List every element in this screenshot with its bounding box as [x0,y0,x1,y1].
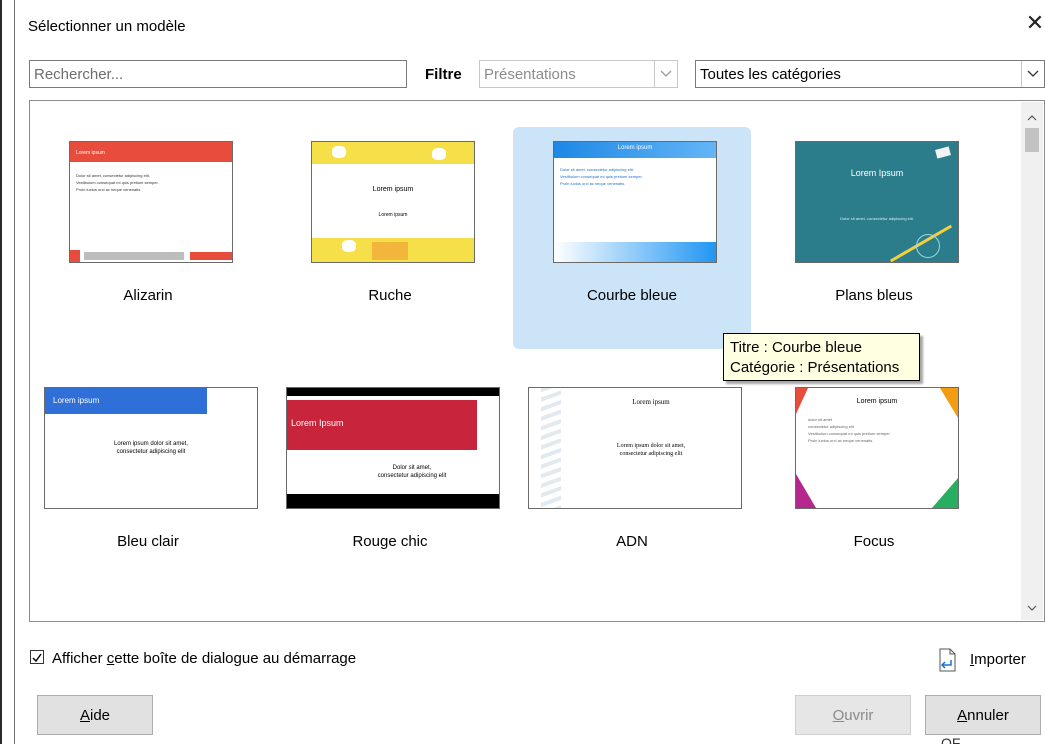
template-label: ADN [616,533,648,550]
template-tile-courbe-bleue[interactable]: Lorem ipsum Dolor sit amet, consectetur … [513,127,751,349]
thumb-footer-bar [190,252,232,260]
thumb-corner [796,474,816,508]
template-tile-adn[interactable]: Lorem ipsum Lorem ipsum dolor sit amet, c… [513,373,751,595]
template-thumbnail: Lorem Ipsum Dolor sit amet, consectetur … [795,141,959,263]
thumb-text: Dolor sit amet, consectetur adipiscing e… [840,216,914,221]
tooltip-category: Catégorie : Présentations [730,359,900,376]
thumb-footer-curve [554,242,716,262]
template-label: Courbe bleue [586,287,678,304]
chevron-down-icon [654,61,677,87]
template-tile-alizarin[interactable]: Lorem ipsum Dolor sit amet, consectetur … [30,127,267,349]
thumb-paper [935,146,951,159]
thumb-circle [916,234,940,258]
template-thumbnail: Lorem ipsum Dolor sit amet, consectetur … [553,141,717,263]
thumb-dna-strand [541,388,561,508]
thumb-text: Dolor sit amet, consectetur adipiscing e… [76,173,159,192]
startup-checkbox-label[interactable]: Afficher cette boîte de dialogue au déma… [52,650,356,667]
import-icon[interactable] [936,648,958,676]
filter-label: Filtre [425,66,462,83]
thumb-text: Lorem Ipsum [291,418,344,428]
template-thumbnail: Lorem ipsum dolor sit amet consectetur ad… [795,387,959,509]
template-tile-plans-bleus[interactable]: Lorem Ipsum Dolor sit amet, consectetur … [755,127,993,349]
thumb-hex [432,148,446,160]
checkmark-icon [32,653,42,663]
search-input[interactable] [29,60,407,88]
template-label: Plans bleus [835,287,913,304]
window-edge-inner [14,0,15,744]
dialog-title: Sélectionner un modèle [28,18,186,35]
template-label: Ruche [368,287,412,304]
help-button[interactable]: Aide [37,695,153,735]
cancel-button[interactable]: Annuler [925,695,1041,735]
template-tile-focus[interactable]: Lorem ipsum dolor sit amet consectetur ad… [755,373,993,595]
thumb-hex [372,242,408,260]
template-thumbnail: Lorem ipsum Dolor sit amet, consectetur … [69,141,233,263]
thumb-footer-block [70,250,80,262]
thumb-text: Lorem ipsum [856,398,898,405]
template-thumbnail: Lorem ipsum Lorem ipsum [311,141,475,263]
template-tile-rouge-chic[interactable]: Lorem Ipsum Dolor sit amet, consectetur a… [271,373,509,595]
startup-checkbox[interactable] [30,650,44,664]
template-thumbnail: Lorem ipsum Lorem ipsum dolor sit amet, c… [44,387,258,509]
tooltip-title: Titre : Courbe bleue [730,339,863,356]
thumb-text: Dolor sit amet, consectetur adipiscing e… [560,167,643,186]
thumb-text: Lorem ipsum [632,398,670,406]
thumb-text: Lorem ipsum [76,150,105,156]
thumb-hex [332,146,346,158]
chevron-down-icon[interactable] [1027,598,1037,615]
template-tile-ruche[interactable]: Lorem ipsum Lorem ipsum Ruche [271,127,509,349]
template-label: Rouge chic [352,533,428,550]
thumb-text: Lorem ipsum [53,396,100,405]
filter-dropdown: Présentations [479,60,678,88]
thumb-text: Lorem Ipsum [850,168,904,178]
template-label: Focus [853,533,895,550]
thumb-bottom-band [287,494,499,508]
template-tooltip: Titre : Courbe bleue Catégorie : Présent… [723,333,920,381]
thumb-corner [932,478,958,508]
thumb-top-band [287,388,499,396]
thumb-text: Dolor sit amet, consectetur adipiscing el… [377,465,447,479]
close-icon[interactable]: ✕ [1024,12,1045,34]
chevron-down-icon[interactable] [1021,61,1044,87]
template-thumbnail: Lorem ipsum Lorem ipsum dolor sit amet, c… [528,387,742,509]
thumb-text: Lorem ipsum dolor sit amet, consectetur a… [616,443,686,457]
thumb-text: Lorem ipsum [372,186,414,193]
category-dropdown[interactable]: Toutes les catégories [695,60,1045,88]
category-dropdown-value: Toutes les catégories [700,66,841,83]
scrollbar-thumb[interactable] [1025,128,1039,152]
thumb-footer-bar [84,252,184,260]
template-label: Alizarin [123,287,173,304]
thumb-text: Lorem ipsum [617,145,653,151]
template-tile-bleu-clair[interactable]: Lorem ipsum Lorem ipsum dolor sit amet, c… [30,373,267,595]
thumb-hex [342,240,356,252]
thumb-text: dolor sit amet consectetur adipiscing eli… [808,417,890,443]
gallery-scrollbar[interactable] [1021,102,1043,620]
thumb-text: Lorem ipsum [378,212,408,218]
thumb-text: Lorem ipsum dolor sit amet, consectetur a… [113,441,189,455]
chevron-up-icon[interactable] [1027,108,1037,125]
template-label: Bleu clair [117,533,179,550]
window-edge [0,0,2,744]
clipped-text: OF [941,736,961,744]
filter-dropdown-value: Présentations [484,66,576,83]
template-thumbnail: Lorem Ipsum Dolor sit amet, consectetur a… [286,387,500,509]
open-button[interactable]: Ouvrir [795,695,911,735]
import-link[interactable]: Importer [970,651,1026,668]
